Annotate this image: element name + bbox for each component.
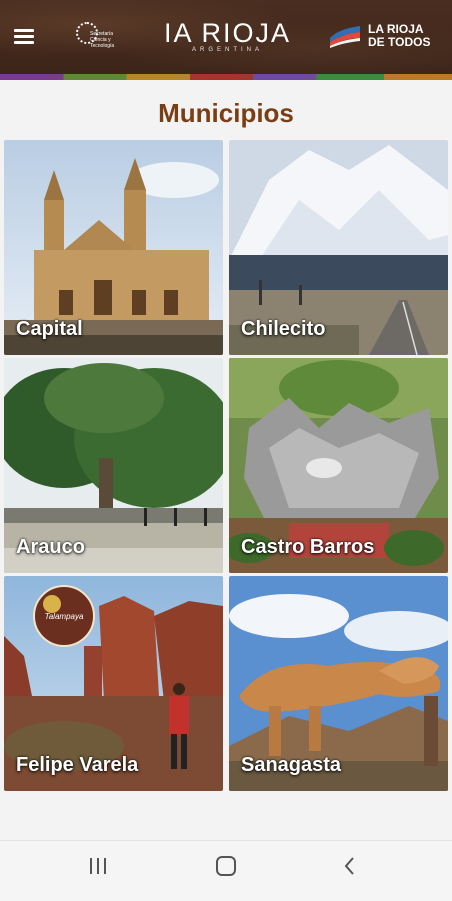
back-icon[interactable]	[320, 855, 380, 887]
municipio-name: Castro Barros	[241, 536, 375, 558]
municipio-card-arauco[interactable]: Arauco	[4, 358, 223, 573]
flag-icon	[330, 26, 360, 48]
brand-logo: IA RIOJA ARGENTINA	[160, 18, 295, 53]
municipio-card-capital[interactable]: Capital	[4, 140, 223, 355]
municipio-name: Capital	[16, 318, 83, 340]
hamburger-menu-icon[interactable]	[14, 27, 36, 45]
municipio-name: Chilecito	[241, 318, 326, 340]
talampaya-badge: Talampaya	[44, 612, 84, 621]
municipio-card-castro-barros[interactable]: Castro Barros	[229, 358, 448, 573]
government-logo-line2: DE TODOS	[368, 35, 431, 49]
government-logo: LA RIOJA DE TODOS	[328, 22, 438, 56]
municipio-card-chilecito[interactable]: Chilecito	[229, 140, 448, 355]
page-title: Municipios	[158, 98, 294, 128]
recents-icon[interactable]	[68, 855, 128, 887]
secretaria-logo: Secretaría Ciencia y Tecnología	[74, 20, 120, 50]
secretaria-logo-text: Secretaría Ciencia y Tecnología	[90, 31, 115, 49]
main-content: Municipios Capital Chilecito Arauco Cast…	[0, 80, 452, 840]
municipio-name: Sanagasta	[241, 754, 342, 776]
brand-word: IA RIOJA	[163, 18, 292, 48]
system-nav-bar	[0, 840, 452, 901]
municipio-card-felipe-varela[interactable]: Talampaya Felipe Varela	[4, 576, 223, 791]
municipio-card-sanagasta[interactable]: Sanagasta	[229, 576, 448, 791]
municipio-name: Arauco	[16, 536, 85, 558]
app-header: Secretaría Ciencia y Tecnología IA RIOJA…	[0, 0, 452, 80]
municipio-name: Felipe Varela	[16, 754, 139, 776]
home-icon[interactable]	[196, 855, 256, 887]
